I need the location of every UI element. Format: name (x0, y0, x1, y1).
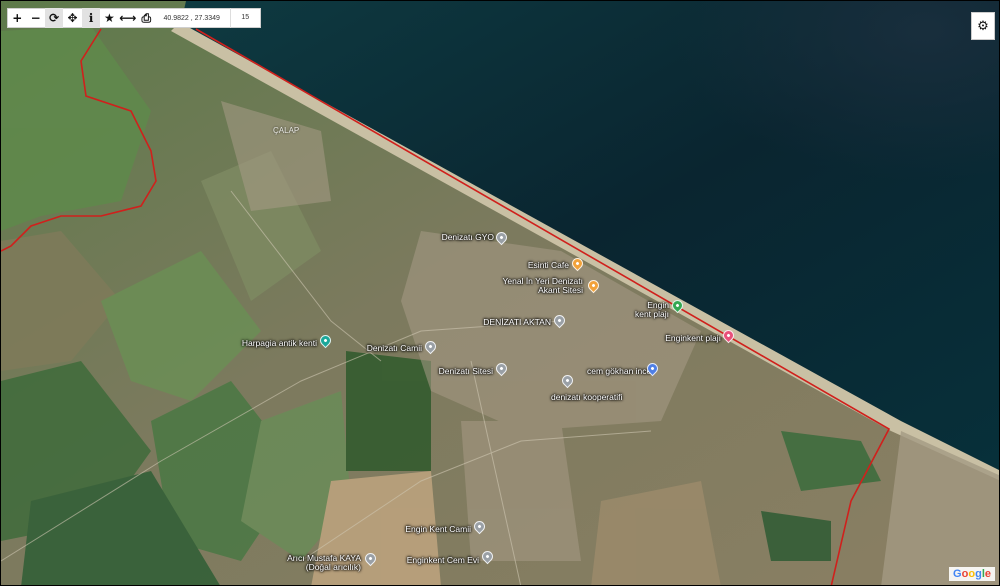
town-label: ÇALAP (273, 126, 300, 135)
refresh-button[interactable]: ⟳ (44, 8, 64, 28)
place-label-engin-kent-camii[interactable]: Engin Kent Camii (397, 525, 471, 534)
place-label-engin-kent-plaji[interactable]: Engin kent plajı (629, 301, 669, 319)
place-label-harpagia-antik-kenti[interactable]: Harpagia antik kenti (231, 339, 317, 348)
place-label-denizati-aktan[interactable]: DENİZATI AKTAN (477, 318, 551, 327)
google-logo-text: Google (953, 568, 991, 580)
place-label-arici-mustafa-kaya[interactable]: Arıcı Mustafa KAYA (Doğal arıcılık) (279, 554, 361, 572)
zoom-level-readout: 15 (229, 8, 261, 28)
place-label-enginkent-plaji[interactable]: Enginkent plajı (661, 334, 721, 343)
gear-icon: ⚙ (977, 18, 989, 34)
place-label-yenal-in-yeri[interactable]: Yenal İn Yeri Denizatı Akant Sitesi (499, 277, 584, 295)
print-button[interactable]: ⎙ (137, 8, 155, 28)
info-button[interactable]: ℹ (81, 8, 101, 28)
locate-button[interactable]: ✥ (63, 8, 81, 28)
place-label-cem-gokhan-ince[interactable]: cem gökhan ince (587, 367, 651, 376)
place-label-denizati-gyo[interactable]: Denizatı GYO (429, 233, 494, 242)
place-label-enginkent-cem-evi[interactable]: Enginkent Cem Evi (399, 556, 479, 565)
map-toolbar: + − ⟳ ✥ ℹ ★ ⟷ ⎙ 40.9822 , 27.3349 15 (7, 8, 261, 28)
favorite-button[interactable]: ★ (100, 8, 118, 28)
place-label-denizati-camii[interactable]: Denizatı Camii (361, 344, 422, 353)
settings-button[interactable]: ⚙ (971, 12, 995, 40)
google-attribution: Google (949, 567, 995, 581)
coordinates-readout: 40.9822 , 27.3349 (163, 14, 220, 22)
place-label-esinti-cafe[interactable]: Esinti Cafe (521, 261, 569, 270)
place-label-denizati-kooperatifi[interactable]: denizatı kooperatifi (551, 393, 622, 402)
map-frame: ÇALAP Denizatı GYO Esinti Cafe Yenal İn … (0, 0, 1000, 586)
zoom-out-button[interactable]: − (26, 8, 44, 28)
zoom-in-button[interactable]: + (8, 8, 26, 28)
measure-button[interactable]: ⟷ (119, 8, 137, 28)
place-label-denizati-sitesi[interactable]: Denizatı Sitesi (431, 367, 493, 376)
